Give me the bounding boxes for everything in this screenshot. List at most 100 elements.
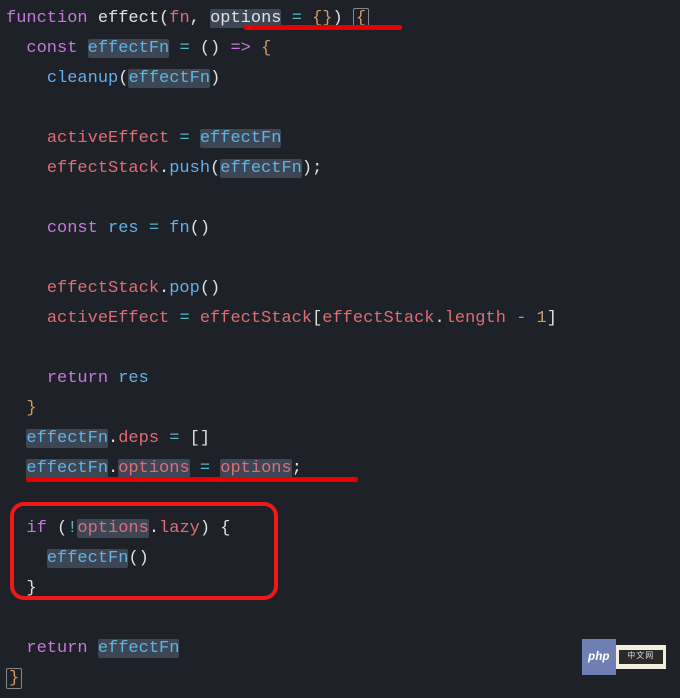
code-token: effectStack: [322, 309, 434, 328]
code-token: activeEffect: [47, 309, 180, 328]
annotation-underline-options-assign: [26, 477, 358, 482]
code-token: =>: [230, 39, 250, 58]
code-token: }: [6, 668, 22, 689]
code-token: effectStack: [47, 279, 159, 298]
code-line: const res = fn(): [6, 214, 674, 244]
code-token: length: [445, 309, 506, 328]
code-line: }: [6, 664, 674, 694]
code-line: const effectFn = () => {: [6, 34, 674, 64]
code-token: [6, 159, 47, 178]
badge-php-label: php: [582, 639, 616, 675]
code-token: (: [159, 9, 169, 28]
code-token: pop: [169, 279, 200, 298]
code-token: .: [108, 459, 118, 478]
code-token: {: [251, 39, 271, 58]
code-token: options: [118, 459, 189, 478]
code-token: effectStack: [47, 159, 159, 178]
code-line: return effectFn: [6, 634, 674, 664]
code-token: effect: [98, 9, 159, 28]
code-token: [: [312, 309, 322, 328]
code-token: .: [108, 429, 118, 448]
code-token: [526, 309, 536, 328]
code-token: [6, 369, 47, 388]
code-token: 1: [537, 309, 547, 328]
code-token: }: [6, 399, 37, 418]
code-token: .: [159, 279, 169, 298]
code-token: options: [220, 459, 291, 478]
code-token: const: [26, 39, 87, 58]
code-token: [159, 219, 169, 238]
code-token: []: [179, 429, 210, 448]
code-token: [190, 459, 200, 478]
code-token: =: [179, 309, 189, 328]
code-token: [6, 459, 26, 478]
code-token: [6, 429, 26, 448]
code-token: (: [118, 69, 128, 88]
code-token: ,: [190, 9, 210, 28]
code-token: (: [210, 159, 220, 178]
code-token: ): [210, 69, 220, 88]
code-token: [6, 279, 47, 298]
code-token: =: [200, 459, 210, 478]
code-token: [190, 129, 200, 148]
code-line: effectFn.deps = []: [6, 424, 674, 454]
code-token: =: [179, 39, 189, 58]
code-token: fn: [169, 9, 189, 28]
code-line: activeEffect = effectStack[effectStack.l…: [6, 304, 674, 334]
code-token: push: [169, 159, 210, 178]
code-token: [6, 639, 26, 658]
code-token: .: [159, 159, 169, 178]
code-token: [6, 39, 26, 58]
code-token: effectFn: [128, 69, 210, 88]
code-line: [6, 604, 674, 634]
code-token: function: [6, 9, 98, 28]
code-token: fn: [169, 219, 189, 238]
watermark-badge: php 中文网: [582, 645, 666, 669]
annotation-red-box-lazy: [10, 502, 278, 600]
code-line: [6, 184, 674, 214]
code-token: );: [302, 159, 322, 178]
code-token: [6, 309, 47, 328]
code-line: effectStack.pop(): [6, 274, 674, 304]
code-token: [210, 459, 220, 478]
code-line: return res: [6, 364, 674, 394]
code-token: res: [118, 369, 149, 388]
code-line: [6, 244, 674, 274]
code-token: res: [108, 219, 139, 238]
badge-cn-label: 中文网: [619, 650, 663, 664]
code-token: =: [149, 219, 159, 238]
code-line: }: [6, 394, 674, 424]
code-token: .: [434, 309, 444, 328]
code-token: effectFn: [220, 159, 302, 178]
code-token: (): [190, 219, 210, 238]
code-token: [6, 219, 47, 238]
annotation-underline-options-param: [244, 25, 402, 30]
code-token: deps: [118, 429, 159, 448]
code-line: activeEffect = effectFn: [6, 124, 674, 154]
code-line: [6, 334, 674, 364]
code-token: ]: [547, 309, 557, 328]
code-token: [6, 69, 47, 88]
code-token: =: [169, 429, 179, 448]
code-line: [6, 94, 674, 124]
code-token: (): [200, 279, 220, 298]
code-token: effectFn: [26, 459, 108, 478]
code-token: -: [516, 309, 526, 328]
code-token: [506, 309, 516, 328]
code-token: return: [26, 639, 97, 658]
code-token: [139, 219, 149, 238]
code-token: [159, 429, 169, 448]
code-token: [169, 39, 179, 58]
code-token: [190, 309, 200, 328]
code-token: effectFn: [88, 39, 170, 58]
code-token: ;: [292, 459, 302, 478]
code-token: effectStack: [200, 309, 312, 328]
code-token: =: [179, 129, 189, 148]
code-token: return: [47, 369, 118, 388]
code-token: effectFn: [200, 129, 282, 148]
code-token: effectFn: [26, 429, 108, 448]
code-token: (): [190, 39, 231, 58]
code-line: effectStack.push(effectFn);: [6, 154, 674, 184]
code-token: [6, 129, 47, 148]
code-token: cleanup: [47, 69, 118, 88]
